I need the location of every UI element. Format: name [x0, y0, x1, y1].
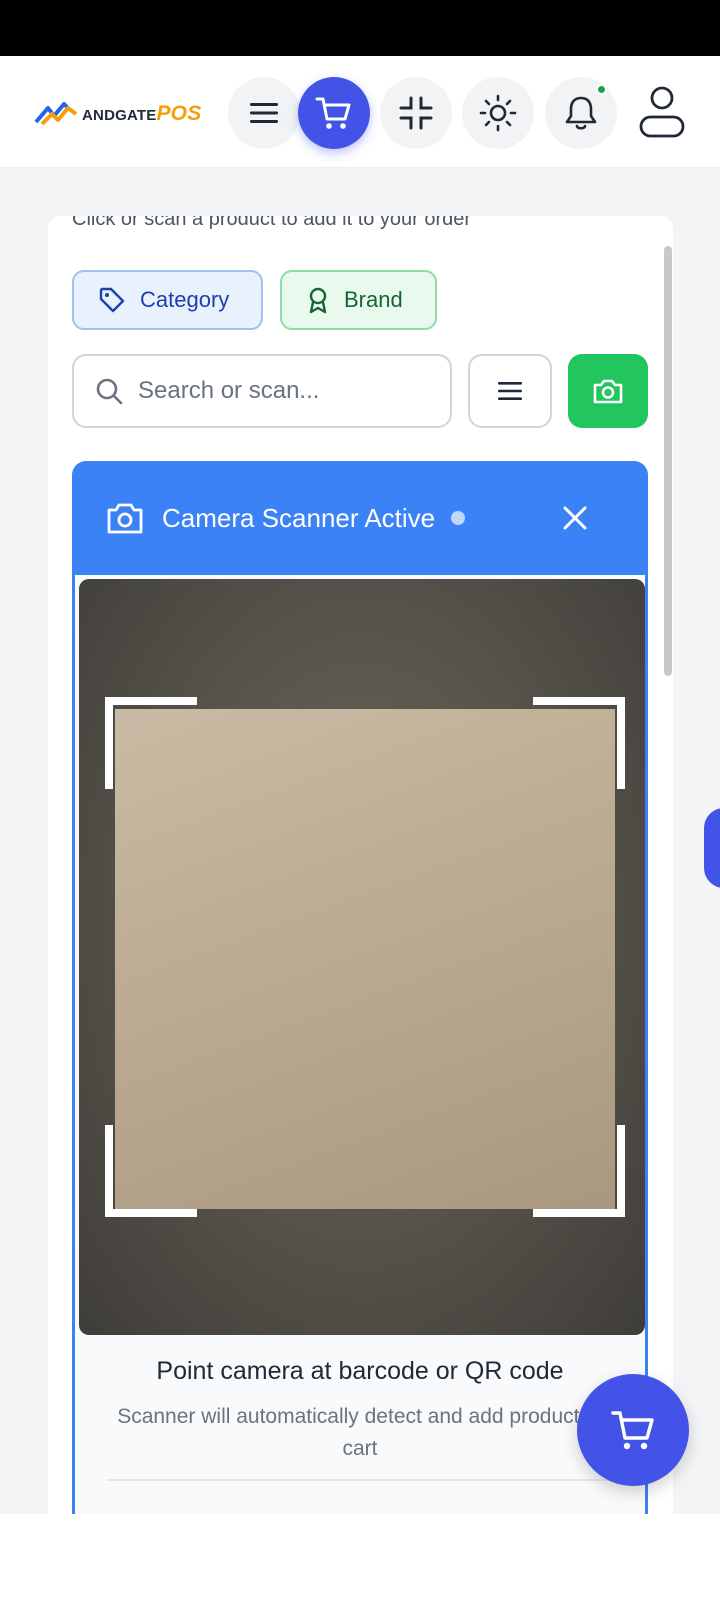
list-icon: [498, 382, 522, 400]
logo-text: ANDGATE: [82, 107, 157, 124]
panel-subtitle: Click or scan a product to add it to you…: [72, 216, 472, 230]
camera-icon: [593, 379, 623, 404]
sun-icon: [479, 94, 517, 132]
scanner-hint-title: Point camera at barcode or QR code: [156, 1357, 564, 1385]
search-input[interactable]: [138, 377, 428, 405]
category-filter-button[interactable]: Category: [72, 270, 263, 330]
top-header: ANDGATEPOS: [0, 56, 720, 168]
notifications-button[interactable]: [545, 77, 617, 149]
scanner-header: Camera Scanner Active: [72, 461, 648, 575]
search-icon: [96, 378, 123, 405]
app: ANDGATEPOS Click or scan a product to ad…: [0, 56, 720, 1514]
scanner-hint-text: Scanner will automatically detect and ad…: [117, 1405, 603, 1460]
scan-frame-corner: [533, 1125, 625, 1217]
logo-icon: [34, 102, 78, 126]
cart-icon: [611, 1411, 654, 1450]
bell-icon: [565, 96, 597, 130]
notification-dot: [596, 84, 607, 95]
list-view-button[interactable]: [468, 354, 552, 428]
logo-accent-text: POS: [156, 102, 202, 125]
close-scanner-button[interactable]: [552, 495, 598, 541]
cart-icon: [315, 97, 351, 129]
side-drawer-handle[interactable]: [704, 808, 720, 888]
tag-icon: [99, 287, 125, 313]
brand-filter-label: Brand: [344, 287, 403, 312]
search-field[interactable]: [72, 354, 452, 428]
minimize-icon: [399, 96, 433, 130]
profile-button[interactable]: [636, 84, 688, 140]
scrollbar[interactable]: [664, 246, 672, 676]
floating-cart-button[interactable]: [577, 1374, 689, 1486]
scan-frame-corner: [533, 697, 625, 789]
cart-button[interactable]: [298, 77, 370, 149]
logo[interactable]: ANDGATEPOS: [34, 96, 214, 128]
camera-icon: [107, 503, 143, 534]
scanner-title: Camera Scanner Active: [162, 502, 436, 533]
bottom-area: [0, 1514, 720, 1600]
exit-fullscreen-button[interactable]: [380, 77, 452, 149]
scanner-body: Point camera at barcode or QR code Scann…: [72, 575, 648, 1514]
scan-frame-corner: [105, 1125, 197, 1217]
menu-button[interactable]: [228, 77, 300, 149]
scanner-status-dot: [451, 511, 466, 525]
award-icon: [309, 287, 327, 314]
camera-scanner-panel: Camera Scanner Active Point camera at ba…: [72, 461, 648, 1514]
menu-icon: [250, 103, 278, 123]
theme-toggle-button[interactable]: [462, 77, 534, 149]
scan-frame-corner: [105, 697, 197, 789]
camera-preview: [79, 579, 645, 1335]
divider: [107, 1479, 613, 1481]
camera-scan-button[interactable]: [568, 354, 648, 428]
status-bar: [0, 0, 720, 56]
close-icon: [563, 506, 587, 530]
brand-filter-button[interactable]: Brand: [280, 270, 437, 330]
category-filter-label: Category: [140, 287, 230, 312]
user-icon: [639, 86, 685, 138]
